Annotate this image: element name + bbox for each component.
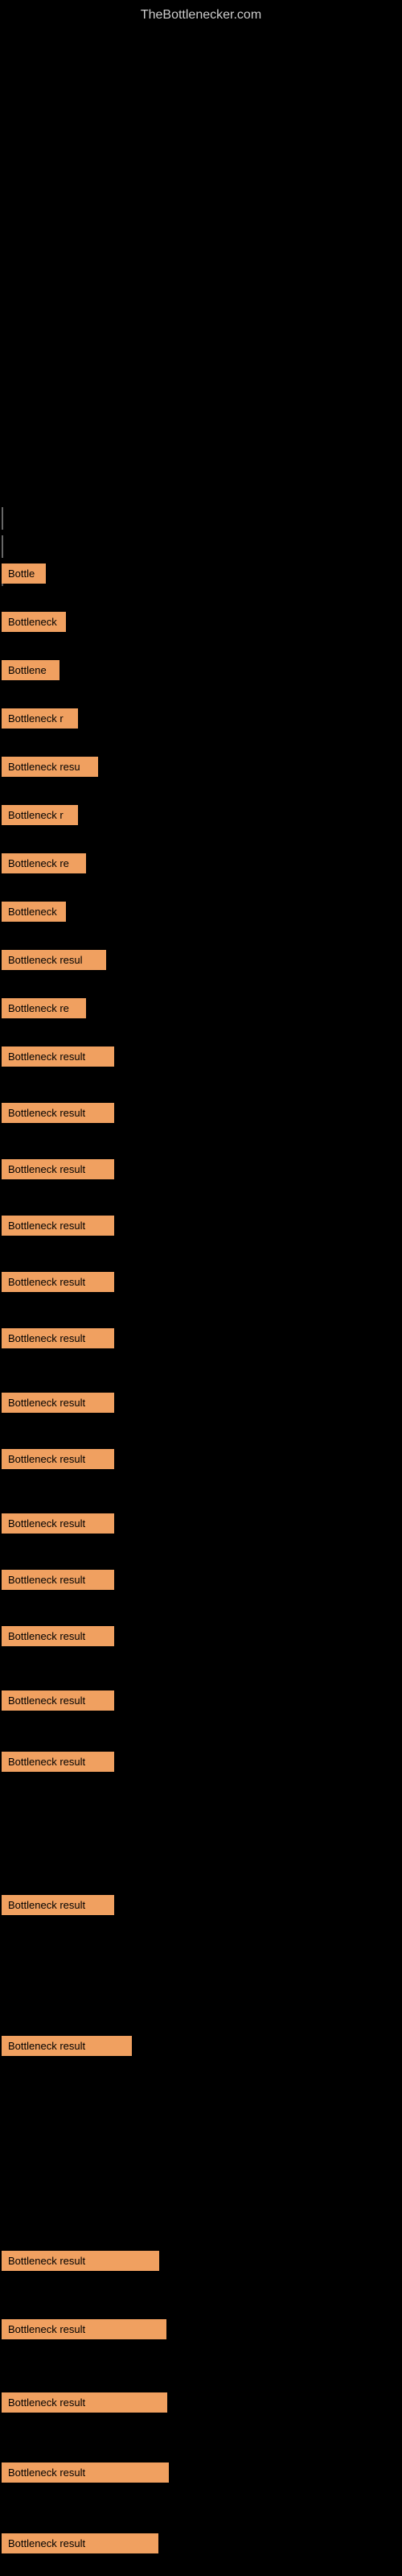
bottleneck-item-22: Bottleneck result: [2, 1690, 114, 1711]
bottleneck-item-4: Bottleneck r: [2, 708, 78, 729]
bottleneck-item-24: Bottleneck result: [2, 1895, 114, 1915]
bottleneck-item-5: Bottleneck resu: [2, 757, 98, 777]
bottleneck-item-13: Bottleneck result: [2, 1159, 114, 1179]
bottleneck-item-1: Bottle: [2, 564, 46, 584]
bottleneck-item-3: Bottlene: [2, 660, 59, 680]
bottleneck-item-21: Bottleneck result: [2, 1626, 114, 1646]
bottleneck-item-18: Bottleneck result: [2, 1449, 114, 1469]
bottleneck-item-19: Bottleneck result: [2, 1513, 114, 1534]
bottleneck-item-14: Bottleneck result: [2, 1216, 114, 1236]
bottleneck-item-26: Bottleneck result: [2, 2251, 159, 2271]
vertical-line-2: [2, 535, 3, 558]
bottleneck-item-28: Bottleneck result: [2, 2392, 167, 2413]
bottleneck-item-25: Bottleneck result: [2, 2036, 132, 2056]
bottleneck-item-2: Bottleneck: [2, 612, 66, 632]
vertical-line-1: [2, 507, 3, 530]
bottleneck-item-6: Bottleneck r: [2, 805, 78, 825]
bottleneck-item-7: Bottleneck re: [2, 853, 86, 873]
bottleneck-item-11: Bottleneck result: [2, 1046, 114, 1067]
site-title: TheBottlenecker.com: [0, 0, 402, 29]
bottleneck-item-10: Bottleneck re: [2, 998, 86, 1018]
bottleneck-item-27: Bottleneck result: [2, 2319, 166, 2339]
bottleneck-item-8: Bottleneck: [2, 902, 66, 922]
bottleneck-item-23: Bottleneck result: [2, 1752, 114, 1772]
bottleneck-item-15: Bottleneck result: [2, 1272, 114, 1292]
bottleneck-item-12: Bottleneck result: [2, 1103, 114, 1123]
bottleneck-item-30: Bottleneck result: [2, 2533, 158, 2553]
bottleneck-item-16: Bottleneck result: [2, 1328, 114, 1348]
bottleneck-item-20: Bottleneck result: [2, 1570, 114, 1590]
bottleneck-item-9: Bottleneck resul: [2, 950, 106, 970]
bottleneck-item-17: Bottleneck result: [2, 1393, 114, 1413]
page-container: TheBottlenecker.com Bottle Bottleneck Bott…: [0, 0, 402, 2576]
bottleneck-item-29: Bottleneck result: [2, 2462, 169, 2483]
